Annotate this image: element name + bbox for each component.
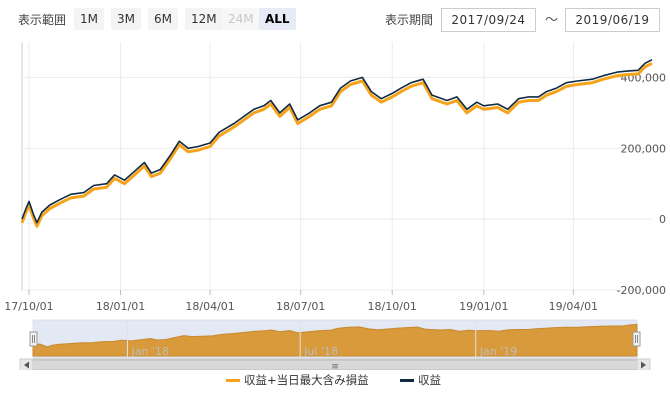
chart-grid <box>21 42 652 291</box>
navigator-tick-label: Jul '18 <box>303 345 338 358</box>
x-tick-label: 18/04/01 <box>185 300 234 313</box>
navigator-tick-label: Jan '18 <box>130 345 168 358</box>
navigator-handle-left[interactable] <box>29 331 38 347</box>
legend-swatch-orange <box>226 379 240 382</box>
x-tick-label: 19/01/01 <box>459 300 508 313</box>
x-tick-label: 19/04/01 <box>549 300 598 313</box>
navigator[interactable]: Jan '18 Jul '18 Jan '19 <box>29 319 641 359</box>
scroll-right-arrow-icon[interactable] <box>636 358 651 370</box>
series-line-profit <box>21 58 653 224</box>
legend-item-max-unrealized[interactable]: 収益+当日最大含み損益 <box>226 372 369 388</box>
chart-legend: 収益+当日最大含み損益 収益 <box>0 370 670 390</box>
scrollbar-grip-icon: ≡ <box>331 362 339 370</box>
legend-label: 収益+当日最大含み損益 <box>244 373 369 387</box>
legend-swatch-navy <box>400 379 414 382</box>
navigator-tick-label: Jan '19 <box>479 345 517 358</box>
legend-label: 収益 <box>418 373 441 387</box>
y-tick-label: 200,000 <box>621 142 667 155</box>
x-axis: 17/10/01 18/01/01 18/04/01 18/07/01 18/10/01… <box>4 290 598 313</box>
legend-item-profit[interactable]: 収益 <box>400 372 441 388</box>
scroll-left-arrow-icon[interactable] <box>19 358 34 370</box>
scrollbar[interactable]: ≡ <box>19 358 651 370</box>
series-layer <box>20 58 653 228</box>
profit-chart: 400,000200,0000-200,000 17/10/01 18/01/01… <box>4 42 666 370</box>
y-axis: 400,000200,0000-200,000 <box>617 71 666 297</box>
navigator-handle-right[interactable] <box>632 331 641 347</box>
x-tick-label: 18/01/01 <box>96 300 145 313</box>
y-tick-label: 0 <box>659 213 666 226</box>
y-tick-label: -200,000 <box>617 284 666 297</box>
x-tick-label: 18/10/01 <box>368 300 417 313</box>
x-tick-label: 18/07/01 <box>276 300 325 313</box>
x-tick-label: 17/10/01 <box>4 300 53 313</box>
